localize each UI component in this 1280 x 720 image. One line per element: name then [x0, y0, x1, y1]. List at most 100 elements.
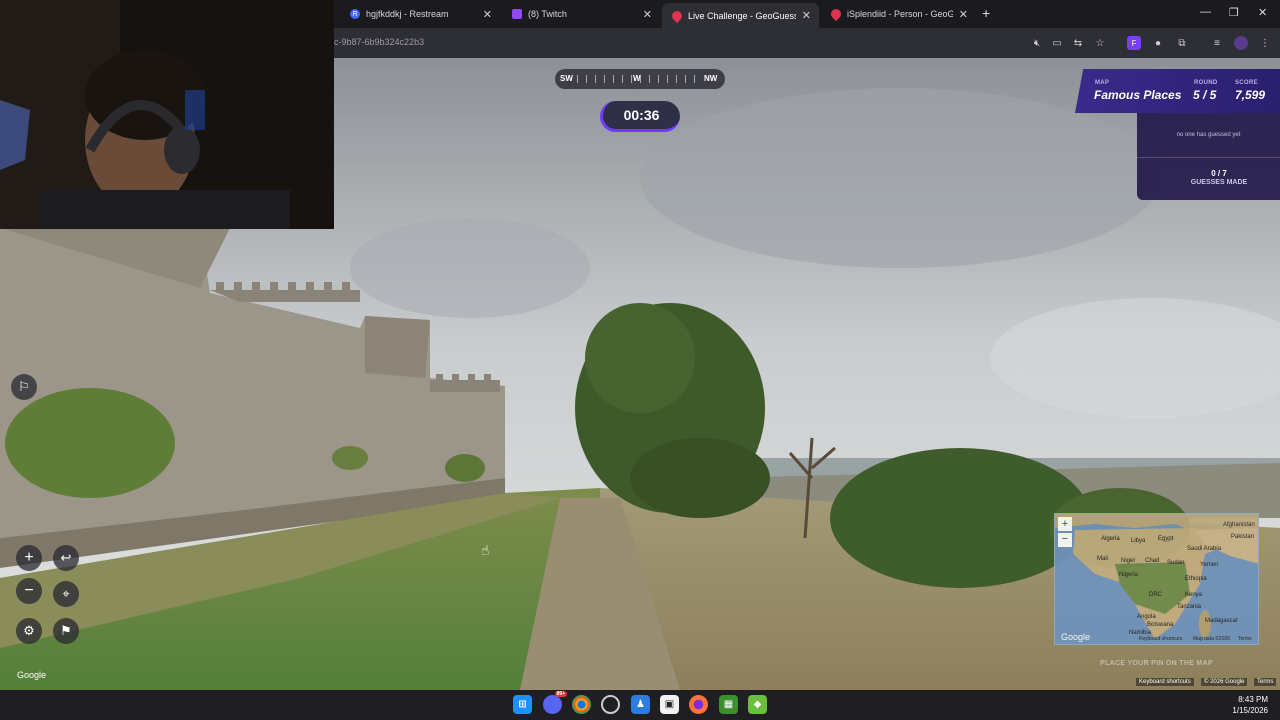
- map-label-libya: Libya: [1131, 538, 1146, 544]
- game-status-bar: MAP Famous Places ROUND 5 / 5 SCORE 7,59…: [1075, 69, 1280, 113]
- bookmark-star-icon[interactable]: ☆: [1093, 36, 1107, 50]
- settings-gear-icon[interactable]: ⚙: [16, 618, 42, 644]
- obs-icon[interactable]: [601, 695, 620, 714]
- profile-avatar-icon[interactable]: [1234, 36, 1248, 50]
- map-zoom-in-button[interactable]: +: [1058, 517, 1072, 531]
- tab-twitch[interactable]: (8) Twitch ✕: [502, 3, 660, 25]
- no-guesses-text: no one has guessed yet: [1176, 132, 1241, 138]
- map-data-text: Map data ©2026: [1193, 636, 1231, 642]
- tab-title: iSplendiid - Person - GeoGuessr: [847, 9, 953, 19]
- cast-icon[interactable]: ▭: [1050, 36, 1064, 50]
- tab-person-geoguessr[interactable]: iSplendiid - Person - GeoGuessr ✕: [821, 3, 976, 25]
- webcam-overlay: [0, 0, 334, 229]
- guess-minimap[interactable]: Algeria Libya Egypt Saudi Arabia Afghani…: [1054, 513, 1259, 645]
- zoom-in-button[interactable]: +: [16, 545, 42, 571]
- place-pin-hint: PLACE YOUR PIN ON THE MAP: [1100, 660, 1213, 667]
- divider: [1137, 157, 1280, 158]
- extension-f-icon[interactable]: F: [1127, 36, 1141, 50]
- webcam-image: [0, 0, 334, 229]
- map-terms-link[interactable]: Terms: [1238, 636, 1252, 642]
- tab-restream[interactable]: R hgjfkddkj - Restream ✕: [340, 3, 500, 25]
- google-logo: Google: [17, 670, 47, 680]
- tab-live-challenge[interactable]: Live Challenge - GeoGuessr ✕: [662, 3, 819, 28]
- map-label-niger: Niger: [1121, 558, 1136, 564]
- compass-label-center: W: [633, 74, 641, 83]
- score-value: 7,599: [1235, 88, 1266, 102]
- close-icon[interactable]: ✕: [643, 8, 652, 21]
- guesses-count: 0 / 7: [1211, 169, 1227, 178]
- steam-icon[interactable]: ♟: [631, 695, 650, 714]
- menu-dots-icon[interactable]: ⋮: [1258, 36, 1272, 50]
- map-label-kenya: Kenya: [1185, 592, 1203, 598]
- map-label-mali: Mali: [1097, 556, 1109, 562]
- firefox-icon[interactable]: [689, 695, 708, 714]
- geoguessr-pin-icon: [828, 6, 844, 22]
- map-zoom-out-button[interactable]: −: [1058, 533, 1072, 547]
- return-to-start-pin-icon[interactable]: ⌖: [53, 581, 79, 607]
- map-label-ethiopia: Ethiopia: [1185, 576, 1207, 582]
- clock-time: 8:43 PM: [1238, 695, 1268, 704]
- chrome-icon[interactable]: [572, 695, 591, 714]
- minecraft-icon[interactable]: ▦: [719, 695, 738, 714]
- map-label-chad: Chad: [1145, 558, 1160, 564]
- hand-cursor-icon: ☝: [481, 542, 490, 558]
- close-icon[interactable]: ✕: [802, 9, 811, 22]
- new-tab-plus-icon[interactable]: +: [982, 5, 990, 21]
- windows-taskbar: ⊞ 99+ ♟ ▣ ▦ ◆ 8:43 PM 1/15/2026: [0, 690, 1280, 720]
- map-label-nigeria: Nigeria: [1119, 572, 1139, 578]
- translate-icon[interactable]: ⇆: [1071, 36, 1085, 50]
- minecraft-launcher-icon[interactable]: ◆: [748, 695, 767, 714]
- clock-date: 1/15/2026: [1232, 706, 1268, 715]
- map-label-drc: DRC: [1149, 592, 1162, 598]
- round-label: ROUND: [1194, 80, 1218, 86]
- map-label-algeria: Algeria: [1101, 536, 1120, 542]
- map-label-saudi-arabia: Saudi Arabia: [1187, 546, 1222, 552]
- geoguessr-pin-icon: [669, 8, 685, 23]
- compass-label-left: SW: [560, 74, 573, 83]
- restore-icon[interactable]: ❐: [1229, 6, 1239, 19]
- map-label-madagascar: Madagascar: [1205, 618, 1239, 624]
- discord-icon[interactable]: 99+: [543, 691, 567, 714]
- minimize-icon[interactable]: —: [1200, 6, 1211, 18]
- app-store-icon[interactable]: ▣: [660, 695, 679, 714]
- keyboard-shortcuts-link[interactable]: Keyboard shortcuts: [1136, 678, 1194, 686]
- map-google-logo: Google: [1061, 632, 1091, 642]
- twitch-icon: [512, 9, 522, 19]
- tab-title: Live Challenge - GeoGuessr: [688, 10, 796, 21]
- tab-title: (8) Twitch: [528, 9, 567, 19]
- restream-icon: R: [350, 9, 360, 19]
- guesses-panel: no one has guessed yet 0 / 7 GUESSES MAD…: [1137, 113, 1280, 200]
- close-icon[interactable]: ✕: [959, 8, 968, 21]
- reading-list-icon[interactable]: ≡: [1210, 36, 1224, 50]
- guesses-made-label: GUESSES MADE: [1190, 179, 1248, 186]
- map-value: Famous Places: [1094, 88, 1182, 102]
- map-label-botswana: Botswana: [1147, 622, 1174, 628]
- system-clock[interactable]: 8:43 PM 1/15/2026: [1232, 694, 1268, 716]
- close-icon[interactable]: ✕: [483, 8, 492, 21]
- score-label: SCORE: [1235, 80, 1258, 86]
- extensions-puzzle-icon[interactable]: ⧉: [1175, 36, 1189, 50]
- tab-title: hgjfkddkj - Restream: [366, 9, 449, 19]
- extension-cookie-icon[interactable]: ●: [1151, 36, 1165, 50]
- window-close-icon[interactable]: ✕: [1258, 6, 1267, 19]
- windows-start-icon[interactable]: ⊞: [513, 695, 532, 714]
- copyright-text: © 2026 Google: [1201, 678, 1248, 686]
- zoom-out-button[interactable]: −: [16, 578, 42, 604]
- flag-icon[interactable]: ⚑: [53, 618, 79, 644]
- map-keyboard-shortcuts-link[interactable]: Keyboard shortcuts: [1139, 636, 1182, 642]
- report-icon[interactable]: ⚐: [11, 374, 37, 400]
- discord-badge: 99+: [554, 691, 567, 697]
- url-text[interactable]: c-9b87-6b9b324c22b3: [334, 37, 424, 47]
- terms-link[interactable]: Terms: [1254, 678, 1277, 686]
- round-value: 5 / 5: [1193, 88, 1217, 102]
- round-timer: 00:36: [600, 101, 680, 132]
- map-label-egypt: Egypt: [1158, 536, 1174, 542]
- map-label-pakistan: Pakistan: [1231, 534, 1255, 540]
- mute-icon[interactable]: 🔇︎: [1030, 36, 1044, 50]
- map-label-tanzania: Tanzania: [1177, 604, 1202, 610]
- map-label-yemen: Yemen: [1200, 562, 1219, 568]
- map-label-angola: Angola: [1137, 614, 1156, 620]
- map-label-sudan: Sudan: [1167, 560, 1185, 566]
- undo-move-button[interactable]: ↩: [53, 545, 79, 571]
- map-label: MAP: [1095, 80, 1110, 86]
